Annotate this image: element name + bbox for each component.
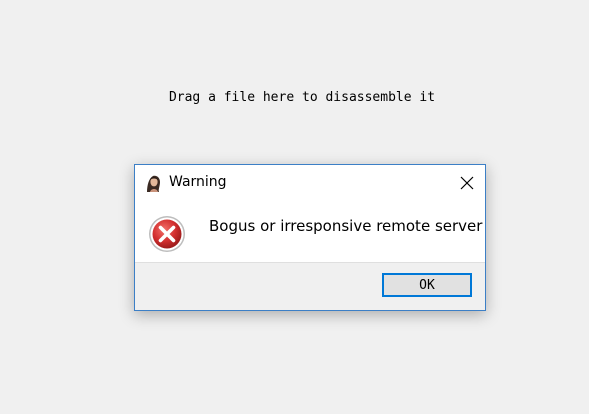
dialog-message: Bogus or irresponsive remote server xyxy=(209,217,483,235)
portrait-app-icon xyxy=(144,173,163,192)
dialog-title: Warning xyxy=(169,174,227,190)
close-button[interactable] xyxy=(457,173,477,193)
ok-button[interactable]: OK xyxy=(382,273,472,297)
dialog-titlebar[interactable]: Warning xyxy=(135,165,485,199)
close-icon xyxy=(460,176,474,190)
drop-zone-hint: Drag a file here to disassemble it xyxy=(168,90,436,105)
error-x-icon xyxy=(147,214,187,254)
app-window: Drag a file here to disassemble it Warni… xyxy=(0,0,589,414)
dialog-body: Bogus or irresponsive remote server xyxy=(135,199,485,262)
warning-dialog: Warning Bogus or irresponsive remote ser… xyxy=(134,164,486,311)
dialog-footer: OK xyxy=(135,262,485,310)
